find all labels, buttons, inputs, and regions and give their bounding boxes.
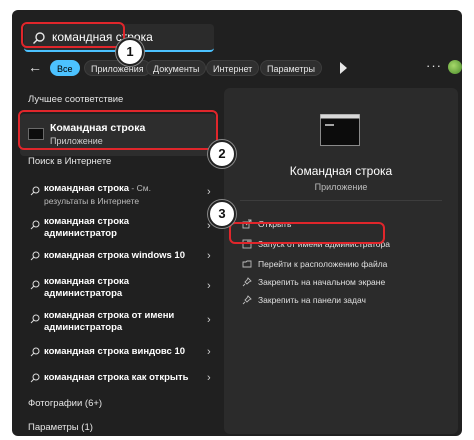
web-result-text: командная строка от имени администратора — [44, 310, 175, 333]
web-result-5[interactable]: командная строка от имени администратора… — [20, 310, 216, 334]
search-icon — [30, 314, 40, 324]
play-icon[interactable] — [340, 62, 347, 74]
search-icon — [30, 280, 40, 290]
action-pin-taskbar[interactable]: Закрепить на панели задач — [242, 294, 442, 308]
search-icon — [30, 186, 40, 196]
web-result-text: командная строка — [44, 183, 130, 194]
web-result-text: командная строка администратора — [44, 276, 130, 299]
avatar[interactable] — [448, 60, 462, 74]
highlight-best-match — [18, 110, 218, 150]
preview-title: Командная строка — [289, 164, 393, 178]
search-icon — [30, 251, 40, 261]
web-result-6[interactable]: командная строка виндовс 10 › — [20, 346, 216, 360]
search-icon — [30, 347, 40, 357]
search-icon — [30, 373, 40, 383]
filter-web[interactable]: Интернет — [206, 60, 260, 76]
highlight-search — [21, 22, 125, 48]
web-result-text: командная строка администратор — [44, 216, 130, 239]
action-label: Перейти к расположению файла — [258, 259, 388, 269]
chevron-right-icon[interactable]: › — [207, 372, 211, 384]
filter-bar: ← Все Приложения Документы Интернет Пара… — [24, 58, 462, 78]
web-heading: Поиск в Интернете — [28, 156, 112, 167]
folder-icon — [242, 260, 252, 268]
web-result-text: командная строка windows 10 — [44, 250, 186, 261]
more-icon[interactable]: ··· — [426, 58, 442, 73]
preview-pane: Командная строка Приложение Открыть Запу… — [224, 88, 458, 434]
web-result-text: командная строка виндовс 10 — [44, 346, 186, 357]
chevron-right-icon[interactable]: › — [207, 314, 211, 326]
search-icon — [30, 220, 40, 230]
best-match-heading: Лучшее соответствие — [28, 94, 124, 105]
filter-apps[interactable]: Приложения — [84, 60, 151, 76]
action-label: Закрепить на панели задач — [258, 295, 366, 305]
photos-section[interactable]: Фотографии (6+) — [28, 398, 102, 409]
step-badge-2: 2 — [208, 140, 236, 168]
web-result-7[interactable]: командная строка как открыть › — [20, 372, 216, 386]
step-badge-1: 1 — [116, 38, 144, 66]
highlight-run-as-admin — [229, 222, 385, 244]
web-result-1[interactable]: командная строка - См. результаты в Инте… — [20, 182, 216, 206]
terminal-icon — [320, 114, 360, 146]
web-result-2[interactable]: командная строка администратор › — [20, 216, 216, 240]
web-result-3[interactable]: командная строка windows 10 › — [20, 250, 216, 264]
chevron-right-icon[interactable]: › — [207, 186, 211, 198]
filter-all[interactable]: Все — [50, 60, 80, 76]
chevron-right-icon[interactable]: › — [207, 250, 211, 262]
settings-section[interactable]: Параметры (1) — [28, 422, 93, 433]
pin-icon — [242, 295, 252, 305]
back-arrow-icon[interactable]: ← — [28, 59, 42, 75]
web-result-text: командная строка как открыть — [44, 372, 189, 383]
action-open-location[interactable]: Перейти к расположению файла — [242, 258, 442, 272]
action-pin-start[interactable]: Закрепить на начальном экране — [242, 276, 442, 290]
filter-documents[interactable]: Документы — [146, 60, 207, 76]
action-label: Закрепить на начальном экране — [258, 277, 386, 287]
chevron-right-icon[interactable]: › — [207, 280, 211, 292]
pin-icon — [242, 277, 252, 287]
step-badge-3: 3 — [208, 200, 236, 228]
chevron-right-icon[interactable]: › — [207, 346, 211, 358]
web-result-4[interactable]: командная строка администратора › — [20, 276, 216, 300]
preview-subtitle: Приложение — [314, 182, 368, 192]
divider — [240, 200, 442, 201]
filter-settings[interactable]: Параметры — [260, 60, 322, 76]
